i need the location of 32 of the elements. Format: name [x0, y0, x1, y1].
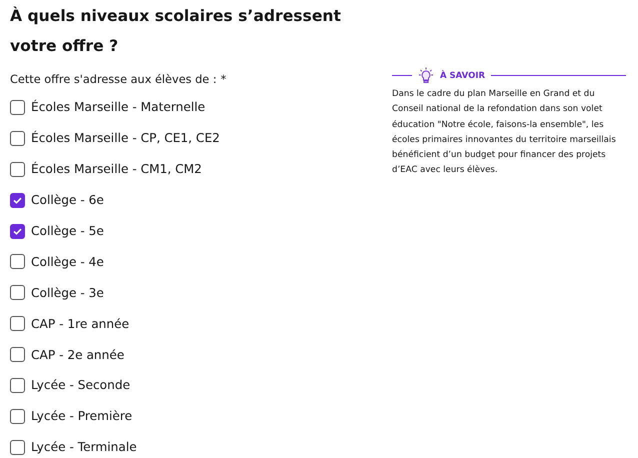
- checkbox[interactable]: [10, 162, 25, 177]
- checkbox[interactable]: [10, 408, 25, 424]
- option-label[interactable]: Écoles Marseille - CP, CE1, CE2: [31, 131, 220, 146]
- checkbox[interactable]: [10, 224, 25, 238]
- option-label[interactable]: CAP - 2e année: [31, 348, 124, 362]
- checkbox[interactable]: [10, 100, 25, 115]
- checkbox[interactable]: [10, 130, 25, 146]
- checkbox[interactable]: [10, 285, 25, 300]
- option-label[interactable]: Lycée - Seconde: [31, 378, 130, 392]
- checkbox[interactable]: [10, 378, 25, 393]
- option-label[interactable]: Écoles Marseille - CM1, CM2: [31, 162, 202, 176]
- info-title: À SAVOIR: [440, 70, 486, 80]
- option-label[interactable]: Écoles Marseille - Maternelle: [31, 100, 206, 114]
- checkbox[interactable]: [10, 192, 25, 208]
- option-label[interactable]: Collège - 4e: [31, 254, 104, 269]
- checkbox[interactable]: [10, 316, 25, 332]
- check-icon: [13, 228, 22, 234]
- option-label[interactable]: CAP - 1re année: [31, 316, 130, 331]
- option-label[interactable]: Lycée - Première: [31, 409, 132, 424]
- option-label[interactable]: Collège - 3e: [31, 286, 104, 300]
- option-label[interactable]: Collège - 5e: [31, 224, 104, 238]
- check-icon: [13, 196, 22, 204]
- required-mark: *: [220, 73, 226, 86]
- info-text: Dans le cadre du plan Marseille en Grand et du Conseil national de la refondation dans son volet éducation "Notre école, faisons-la ensemble", les écoles primaires innovantes du territoire marseillais bénéficient d’un budget pour financer des projets d’EAC avec leurs élèves.: [392, 88, 617, 178]
- checkbox[interactable]: [10, 440, 25, 455]
- option-label[interactable]: Lycée - Terminale: [31, 440, 137, 454]
- question-label: Cette offre s'adresse aux élèves de :: [10, 73, 217, 86]
- page-title: À quels niveaux scolaires s’adressent votre offre ?: [10, 6, 342, 57]
- lightbulb-icon: [418, 67, 434, 84]
- option-label[interactable]: Collège - 6e: [31, 193, 104, 208]
- checkbox[interactable]: [10, 254, 25, 270]
- checkbox[interactable]: [10, 347, 25, 362]
